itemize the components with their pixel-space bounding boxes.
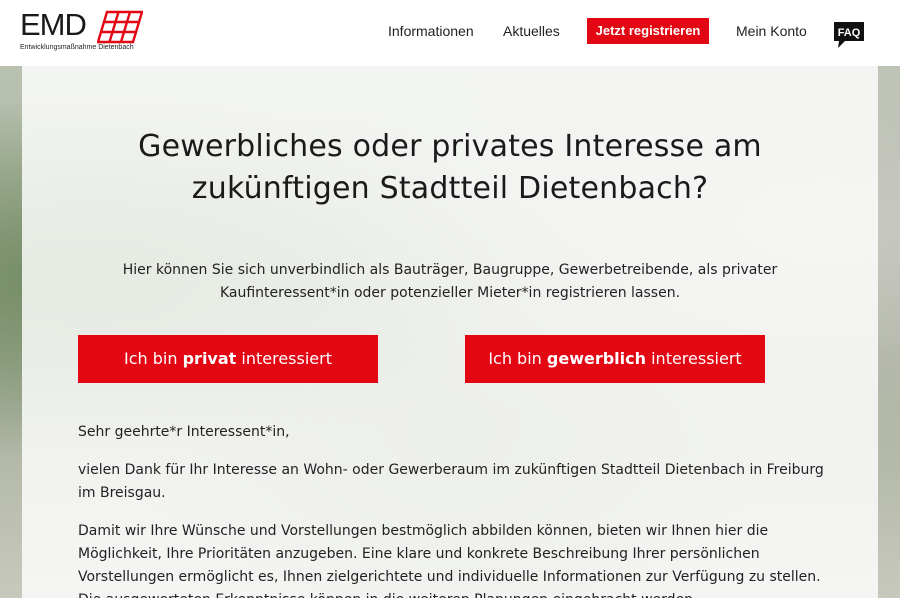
privat-button-suffix: interessiert [236,349,332,368]
logo-grid-icon [97,10,143,44]
intro-line-2: Kaufinteressent*in oder potenzieller Mie… [219,285,681,301]
preferences-paragraph: Damit wir Ihre Wünsche und Vorstellungen… [78,523,821,598]
nav-mein-konto[interactable]: Mein Konto [736,18,807,44]
site-header: EMD Entwicklungsmaßnahme Dietenbach Info… [0,0,900,66]
salutation-text: Sehr geehrte*r Interessent*in, [78,424,290,440]
intro-line-1: Hier können Sie sich unverbindlich als B… [122,262,778,278]
nav-informationen[interactable]: Informationen [388,18,474,44]
logo-title: EMD [20,7,87,42]
gewerblich-interessiert-button[interactable]: Ich bin gewerblich interessiert [465,335,765,383]
page-headline: Gewerbliches oder privates Interesse am … [110,126,790,210]
gewerb-button-suffix: interessiert [646,349,742,368]
nav-jetzt-registrieren-button[interactable]: Jetzt registrieren [587,18,709,44]
emd-logo[interactable]: EMD Entwicklungsmaßnahme Dietenbach [20,8,150,58]
intro-text: Hier können Sie sich unverbindlich als B… [120,259,780,305]
faq-label: FAQ [838,27,861,39]
headline-line-1: Gewerbliches oder privates Interesse am [138,129,762,164]
privat-button-prefix: Ich bin [124,349,183,368]
privat-interessiert-button[interactable]: Ich bin privat interessiert [78,335,378,383]
gewerb-button-prefix: Ich bin [488,349,547,368]
thank-you-paragraph: vielen Dank für Ihr Interesse an Wohn- o… [78,462,824,501]
gewerb-button-bold: gewerblich [546,349,647,368]
nav-aktuelles[interactable]: Aktuelles [503,18,560,44]
logo-subtitle: Entwicklungsmaßnahme Dietenbach [20,44,134,51]
privat-button-bold: privat [182,349,237,368]
faq-icon[interactable]: FAQ [833,21,865,49]
headline-line-2: zukünftigen Stadtteil Dietenbach? [191,171,709,206]
